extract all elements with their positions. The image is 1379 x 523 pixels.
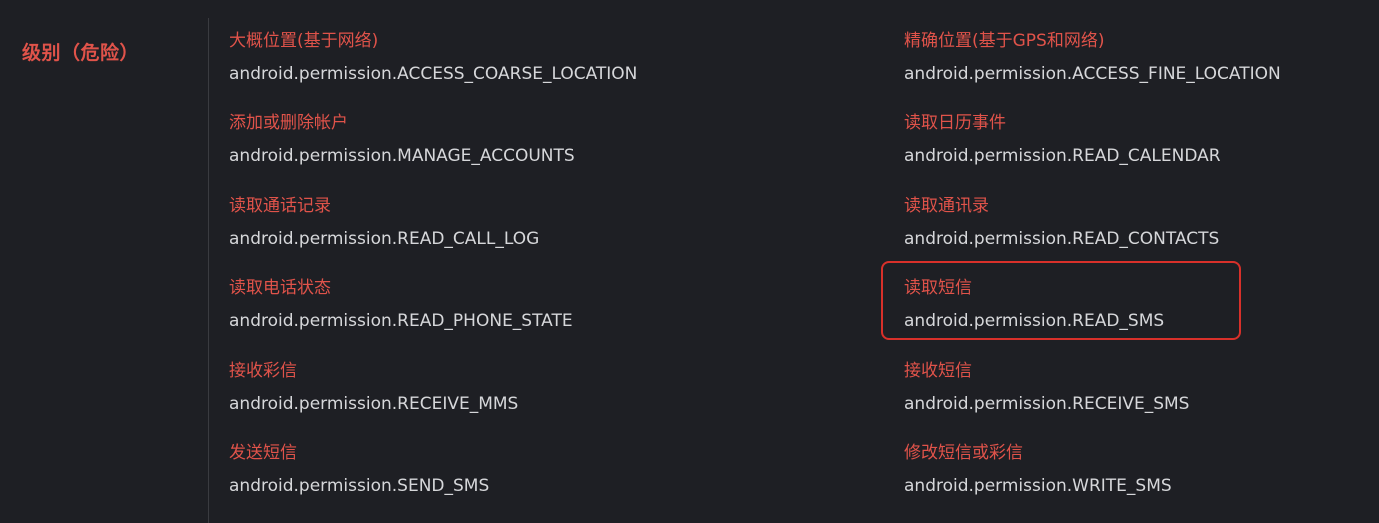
permission-cn-name: 读取日历事件 — [904, 113, 1006, 133]
level-label: 级别（危险） — [22, 42, 140, 64]
permission-cn-name: 精确位置(基于GPS和网络) — [904, 31, 1105, 51]
permission-item-highlighted: 读取短信 android.permission.READ_SMS — [904, 277, 1379, 332]
permission-cn-name: 读取通话记录 — [229, 196, 331, 216]
permission-item: 接收短信 android.permission.RECEIVE_SMS — [904, 360, 1379, 415]
permission-id: android.permission.READ_CONTACTS — [904, 229, 1220, 249]
permission-item: 读取日历事件 android.permission.READ_CALENDAR — [904, 112, 1379, 167]
permission-id: android.permission.RECEIVE_SMS — [904, 394, 1190, 414]
permission-item: 发送短信 android.permission.SEND_SMS — [229, 442, 829, 497]
permission-id: android.permission.ACCESS_COARSE_LOCATIO… — [229, 64, 638, 84]
permission-item: 精确位置(基于GPS和网络) android.permission.ACCESS… — [904, 30, 1379, 85]
permission-id: android.permission.READ_PHONE_STATE — [229, 311, 573, 331]
permission-id: android.permission.WRITE_SMS — [904, 476, 1172, 496]
permission-cn-name: 读取短信 — [904, 278, 972, 298]
permission-item: 修改短信或彩信 android.permission.WRITE_SMS — [904, 442, 1379, 497]
permission-cn-name: 接收彩信 — [229, 361, 297, 381]
permission-cn-name: 大概位置(基于网络) — [229, 31, 379, 51]
permission-item: 读取通话记录 android.permission.READ_CALL_LOG — [229, 195, 829, 250]
permission-id: android.permission.READ_SMS — [904, 311, 1165, 331]
permission-cn-name: 添加或删除帐户 — [229, 113, 348, 133]
permission-item: 读取通讯录 android.permission.READ_CONTACTS — [904, 195, 1379, 250]
permission-cn-name: 读取通讯录 — [904, 196, 989, 216]
permission-id: android.permission.MANAGE_ACCOUNTS — [229, 146, 575, 166]
permission-id: android.permission.ACCESS_FINE_LOCATION — [904, 64, 1281, 84]
permission-cn-name: 发送短信 — [229, 443, 297, 463]
permission-item: 添加或删除帐户 android.permission.MANAGE_ACCOUN… — [229, 112, 829, 167]
permission-item: 读取电话状态 android.permission.READ_PHONE_STA… — [229, 277, 829, 332]
permission-id: android.permission.READ_CALL_LOG — [229, 229, 540, 249]
permission-id: android.permission.READ_CALENDAR — [904, 146, 1221, 166]
permission-item: 大概位置(基于网络) android.permission.ACCESS_COA… — [229, 30, 829, 85]
permission-cn-name: 修改短信或彩信 — [904, 443, 1023, 463]
column-divider — [208, 18, 209, 523]
permission-id: android.permission.SEND_SMS — [229, 476, 490, 496]
permission-cn-name: 读取电话状态 — [229, 278, 331, 298]
permissions-panel: 级别（危险） 大概位置(基于网络) android.permission.ACC… — [0, 0, 1379, 523]
permission-id: android.permission.RECEIVE_MMS — [229, 394, 519, 414]
permission-cn-name: 接收短信 — [904, 361, 972, 381]
permission-item: 接收彩信 android.permission.RECEIVE_MMS — [229, 360, 829, 415]
